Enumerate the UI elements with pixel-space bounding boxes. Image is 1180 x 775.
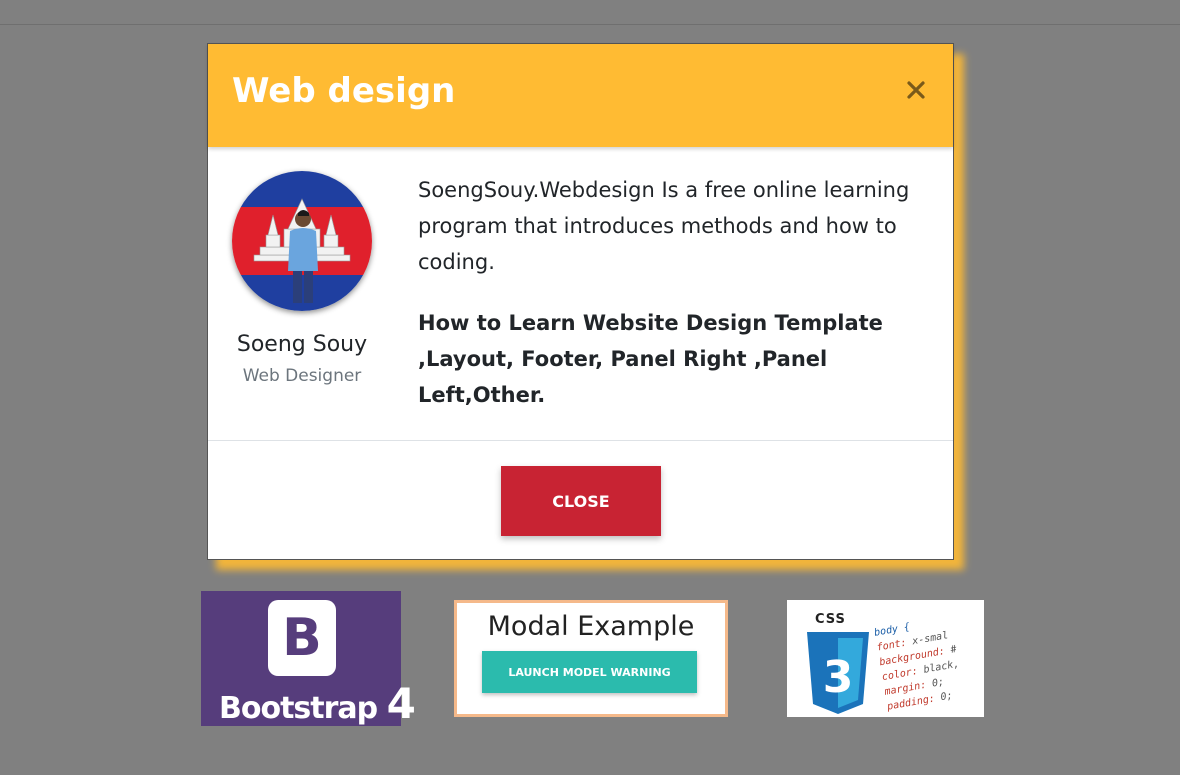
- top-divider: [0, 24, 1180, 25]
- bootstrap-thumbnail[interactable]: B Bootstrap 4: [201, 591, 416, 728]
- modal-header: Web design: [208, 44, 953, 147]
- css3-badge-number: 3: [823, 652, 854, 703]
- bootstrap-label: Bootstrap 4: [219, 679, 416, 728]
- css-code-val: black,: [922, 658, 961, 676]
- bootstrap-logo-icon: B: [268, 600, 336, 676]
- css-code-selector: body {: [873, 621, 911, 639]
- css3-shield-icon: 3: [807, 632, 869, 714]
- close-icon[interactable]: [902, 76, 930, 104]
- css-code-prop: color:: [881, 666, 919, 684]
- css-code-snippet: body { font: x-smal background: # color:…: [873, 612, 966, 714]
- modal-title: Web design: [232, 71, 456, 111]
- css-code-val: #: [949, 643, 958, 656]
- css-code-prop: font:: [875, 637, 908, 654]
- launch-model-warning-button[interactable]: LAUNCH MODEL WARNING: [482, 651, 697, 693]
- css3-thumbnail[interactable]: CSS 3 body { font: x-smal background: # …: [787, 600, 984, 717]
- css-code-val: 0;: [939, 690, 954, 704]
- modal-example-title: Modal Example: [487, 611, 695, 642]
- modal-footer-divider: [208, 440, 953, 441]
- css-code-val: 0;: [931, 676, 945, 690]
- modal-highlight: How to Learn Website Design Template ,La…: [418, 311, 883, 407]
- css-word: CSS: [815, 612, 846, 627]
- cambodia-flag-avatar-icon: [232, 171, 372, 311]
- modal-dialog: Web design Soeng Souy Web Designer Soeng…: [207, 43, 954, 560]
- modal-example-thumbnail[interactable]: Modal Example LAUNCH MODEL WARNING: [454, 600, 728, 717]
- bootstrap-label-word: Bootstrap: [219, 691, 378, 726]
- bootstrap-label-number: 4: [386, 679, 416, 728]
- profile-name: Soeng Souy: [236, 332, 368, 357]
- close-button[interactable]: CLOSE: [501, 466, 661, 536]
- modal-description: SoengSouy.Webdesign Is a free online lea…: [418, 178, 910, 274]
- profile-role: Web Designer: [242, 366, 362, 386]
- avatar: [232, 171, 372, 311]
- css-code-val: x-smal: [911, 630, 950, 648]
